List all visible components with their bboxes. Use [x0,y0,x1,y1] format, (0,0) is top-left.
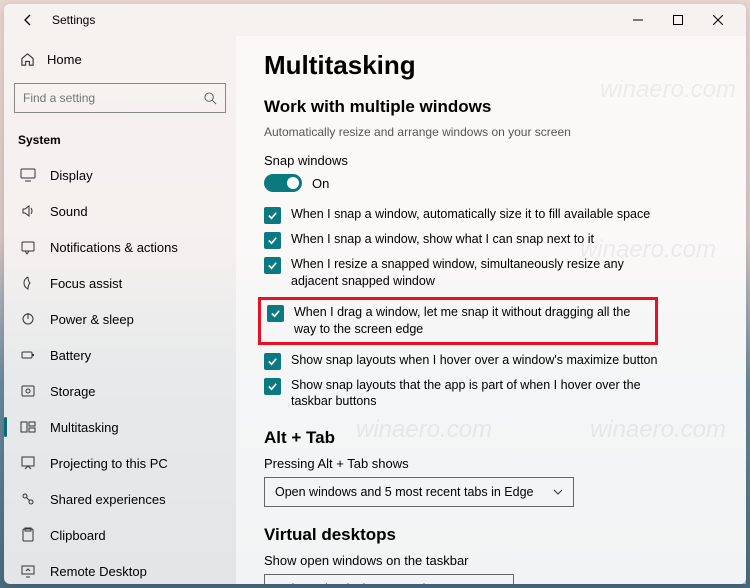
sidebar-item-multitasking[interactable]: Multitasking [14,409,226,445]
checkbox[interactable] [264,232,281,249]
sidebar-item-label: Display [50,168,93,183]
power-icon [20,311,36,327]
checkbox-label: When I resize a snapped window, simultan… [291,256,664,290]
section-heading: Virtual desktops [264,525,718,545]
sidebar-item-remote[interactable]: Remote Desktop [14,553,226,584]
vdesktop-label: Show open windows on the taskbar [264,553,718,568]
checkbox-label: When I snap a window, automatically size… [291,206,650,223]
snap-option-row: When I snap a window, automatically size… [264,206,664,224]
battery-icon [20,347,36,363]
sidebar-item-label: Shared experiences [50,492,166,507]
sidebar-item-label: Remote Desktop [50,564,147,579]
sidebar: Home System Display Sound Notifications & … [4,36,236,584]
search-input[interactable] [23,91,204,105]
dropdown-value: Only on the desktop I'm using [275,582,439,584]
storage-icon [20,383,36,399]
minimize-button[interactable] [618,6,658,34]
sidebar-item-display[interactable]: Display [14,157,226,193]
sidebar-item-storage[interactable]: Storage [14,373,226,409]
snap-option-row: Show snap layouts when I hover over a wi… [264,352,664,370]
toggle-state: On [312,176,329,191]
alttab-dropdown[interactable]: Open windows and 5 most recent tabs in E… [264,477,574,507]
search-icon [204,92,217,105]
multitasking-icon [20,419,36,435]
window-controls [618,6,738,34]
sidebar-item-projecting[interactable]: Projecting to this PC [14,445,226,481]
snap-option-row: When I resize a snapped window, simultan… [264,256,664,290]
checkbox[interactable] [264,207,281,224]
settings-window: Settings Home System Display Sound Notific… [4,4,746,584]
page-title: Multitasking [264,50,718,81]
section-heading: Alt + Tab [264,428,718,448]
sidebar-item-shared[interactable]: Shared experiences [14,481,226,517]
checkbox[interactable] [267,305,284,322]
section-heading: Work with multiple windows [264,97,718,117]
snap-option-row: When I snap a window, show what I can sn… [264,231,664,249]
notifications-icon [20,239,36,255]
app-title: Settings [52,13,95,27]
sidebar-item-battery[interactable]: Battery [14,337,226,373]
snap-toggle[interactable] [264,174,302,192]
remote-icon [20,563,36,579]
vdesktop-dropdown[interactable]: Only on the desktop I'm using [264,574,514,584]
sidebar-item-label: Notifications & actions [50,240,178,255]
sound-icon [20,203,36,219]
snap-label: Snap windows [264,153,718,168]
sidebar-item-label: Focus assist [50,276,122,291]
checkbox-label: When I snap a window, show what I can sn… [291,231,594,248]
dropdown-value: Open windows and 5 most recent tabs in E… [275,485,533,499]
section-description: Automatically resize and arrange windows… [264,125,718,139]
sidebar-item-sound[interactable]: Sound [14,193,226,229]
close-button[interactable] [698,6,738,34]
sidebar-item-label: Projecting to this PC [50,456,168,471]
clipboard-icon [20,527,36,543]
checkbox[interactable] [264,378,281,395]
checkbox-label: When I drag a window, let me snap it wit… [294,304,649,338]
maximize-button[interactable] [658,6,698,34]
chevron-down-icon [553,487,563,497]
shared-icon [20,491,36,507]
sidebar-item-label: Sound [50,204,88,219]
sidebar-item-label: Power & sleep [50,312,134,327]
projecting-icon [20,455,36,471]
category-header: System [14,127,226,157]
sidebar-item-clipboard[interactable]: Clipboard [14,517,226,553]
checkbox-label: Show snap layouts when I hover over a wi… [291,352,657,369]
sidebar-item-label: Clipboard [50,528,106,543]
snap-option-row: When I drag a window, let me snap it wit… [258,297,658,345]
sidebar-item-label: Multitasking [50,420,119,435]
checkbox-label: Show snap layouts that the app is part o… [291,377,664,411]
sidebar-home[interactable]: Home [14,44,226,75]
sidebar-item-power[interactable]: Power & sleep [14,301,226,337]
sidebar-item-focus[interactable]: Focus assist [14,265,226,301]
sidebar-item-label: Battery [50,348,91,363]
search-box[interactable] [14,83,226,113]
content-pane: winaero.com winaero.com winaero.com wina… [236,36,746,584]
home-label: Home [47,52,82,67]
checkbox[interactable] [264,257,281,274]
sidebar-item-label: Storage [50,384,96,399]
display-icon [20,167,36,183]
back-button[interactable] [12,4,44,36]
alttab-label: Pressing Alt + Tab shows [264,456,718,471]
snap-option-row: Show snap layouts that the app is part o… [264,377,664,411]
focus-icon [20,275,36,291]
checkbox[interactable] [264,353,281,370]
sidebar-item-notifications[interactable]: Notifications & actions [14,229,226,265]
titlebar: Settings [4,4,746,36]
